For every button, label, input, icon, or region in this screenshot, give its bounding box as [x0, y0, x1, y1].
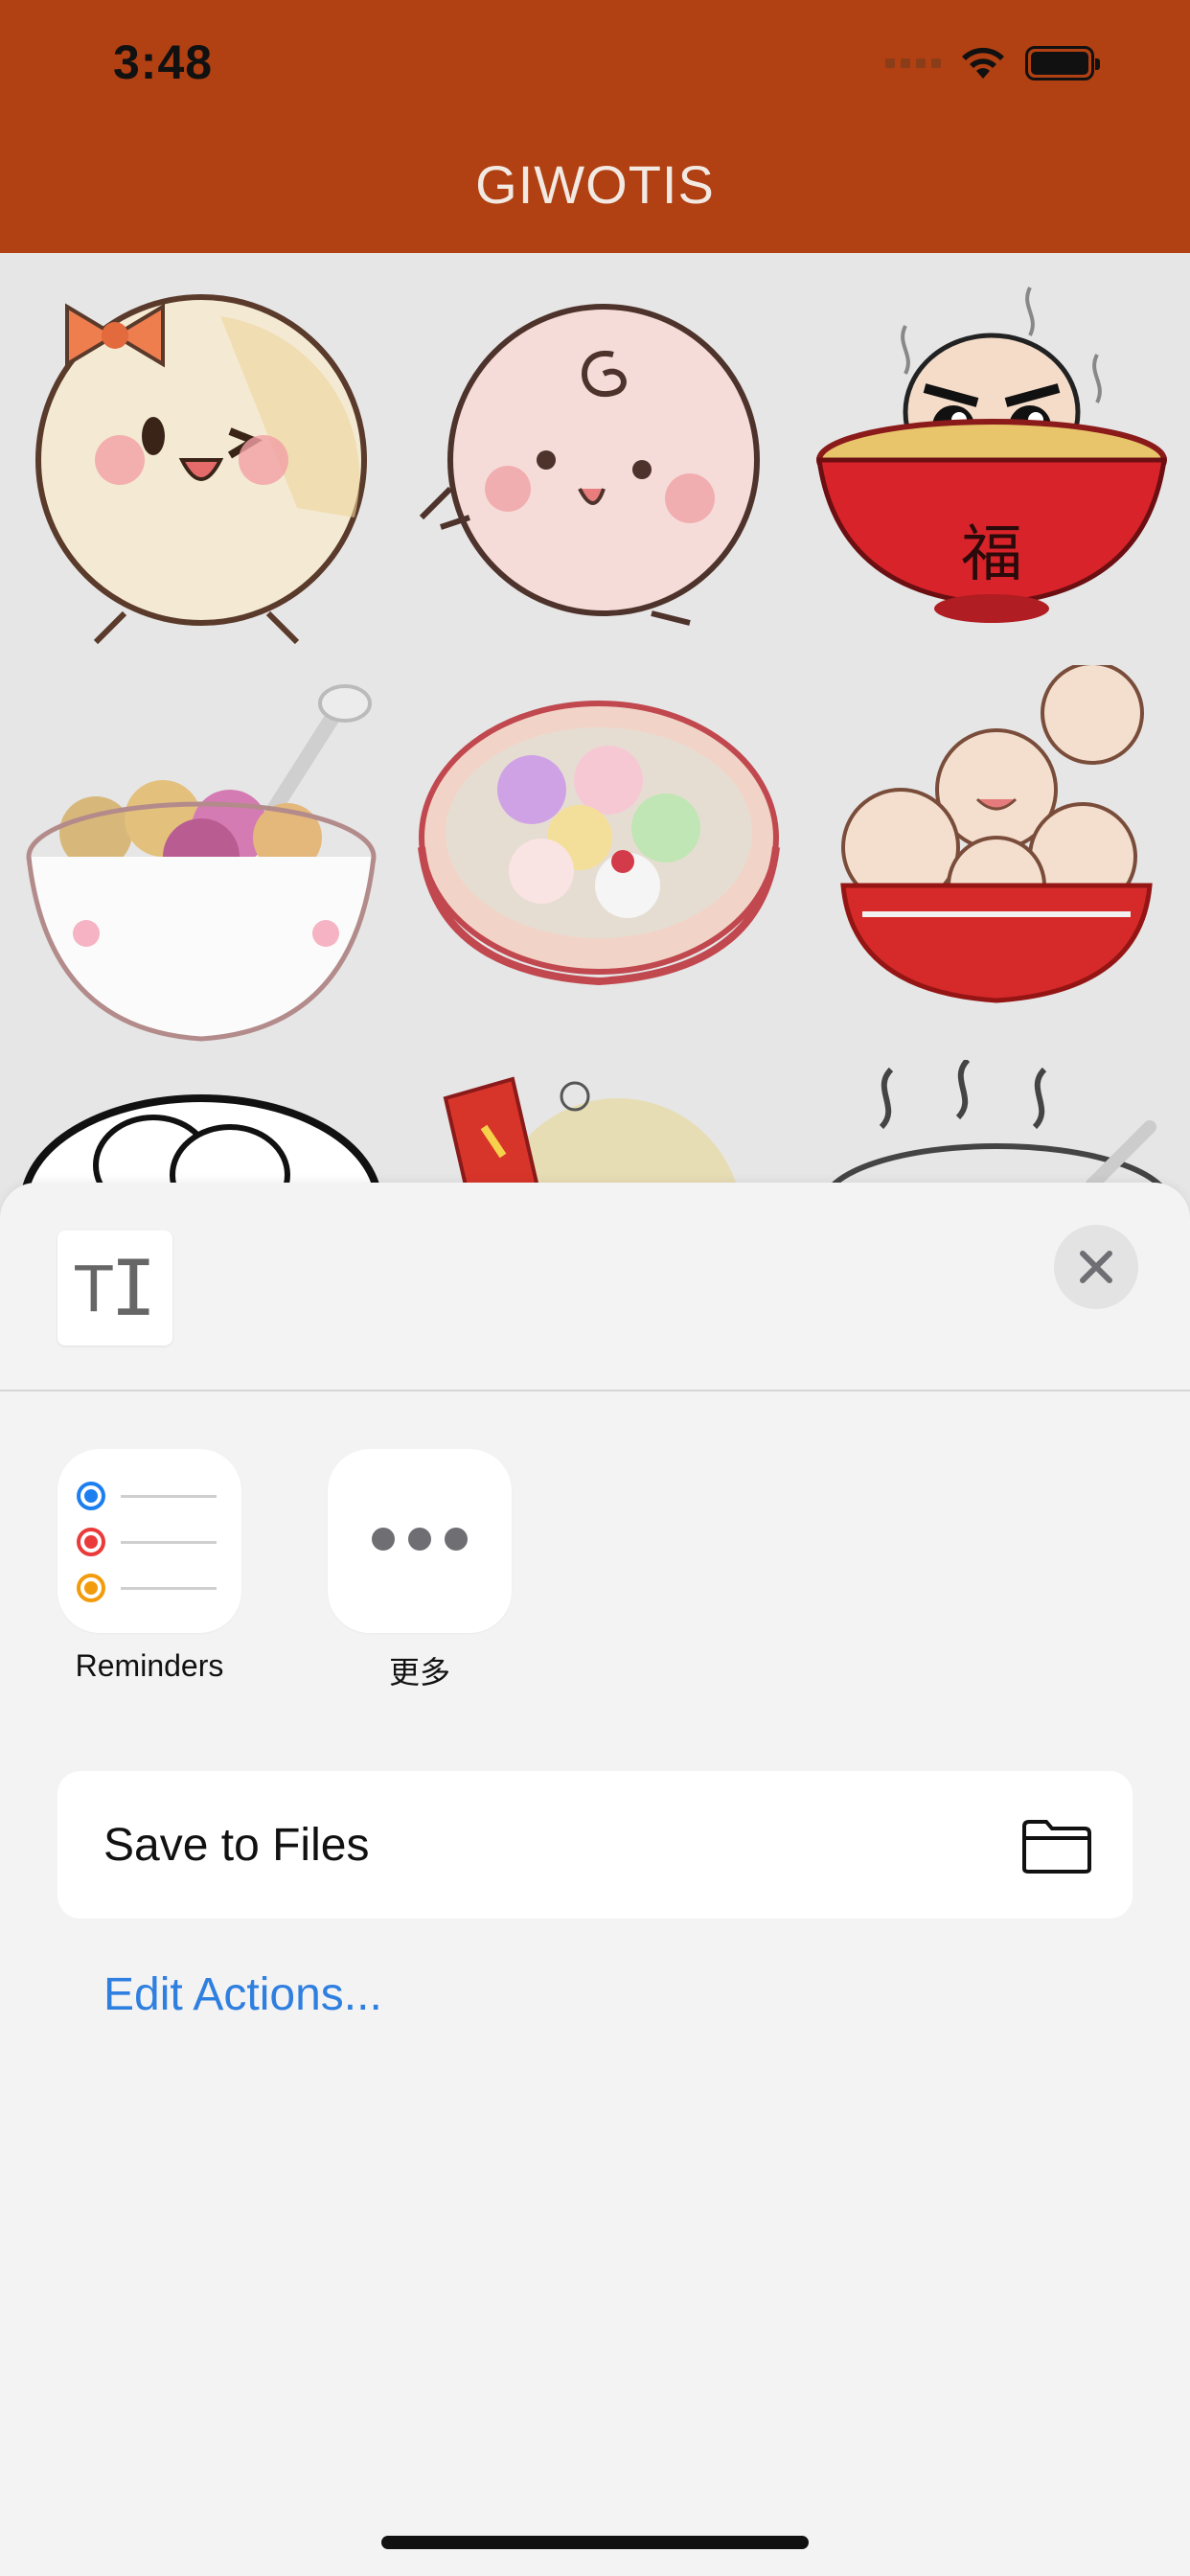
- reminders-app-icon: .d1::after{}: [57, 1449, 241, 1633]
- status-icons: [885, 44, 1100, 82]
- tangyuan-in-red-fu-bowl-sticker[interactable]: 福: [800, 268, 1183, 661]
- close-button[interactable]: [1054, 1225, 1138, 1309]
- page-title: GIWOTIS: [475, 154, 715, 215]
- navigation-header: 3:48 GIWOTIS: [0, 0, 1190, 253]
- action-label: Save to Files: [103, 1820, 370, 1871]
- home-indicator[interactable]: [381, 2536, 809, 2549]
- status-time: 3:48: [113, 35, 214, 89]
- share-app-label: Reminders: [75, 1648, 224, 1683]
- share-app-label: 更多: [388, 1655, 450, 1690]
- divider: [0, 1390, 1190, 1392]
- wifi-icon: [962, 47, 1004, 79]
- cream-tangyuan-with-bow-sticker[interactable]: [10, 268, 393, 661]
- share-sheet: TI .d1::after{}: [0, 1183, 1190, 2576]
- text-document-icon: TI: [57, 1230, 172, 1346]
- share-sheet-header: TI: [0, 1183, 1190, 1390]
- screen: 3:48 GIWOTIS 福 T I Reminders 更多 Save to …: [0, 0, 1190, 2576]
- svg-text:福: 福: [961, 519, 1022, 590]
- battery-icon: [1025, 46, 1100, 80]
- sticker-grid: 福: [0, 253, 1190, 1347]
- folder-icon: [1022, 1820, 1091, 1874]
- smiling-tangyuan-in-red-bowl-sticker[interactable]: [805, 661, 1188, 1058]
- edit-actions-link[interactable]: Edit Actions...: [103, 1968, 382, 2021]
- close-icon: [1080, 1251, 1112, 1283]
- more-apps-icon: [328, 1449, 512, 1633]
- colorful-tangyuan-soup-bowl-sticker[interactable]: [407, 665, 790, 1058]
- cellular-signal-icon: [885, 58, 941, 68]
- pink-tangyuan-running-sticker[interactable]: [402, 268, 786, 661]
- share-apps-row: .d1::after{} Reminders: [0, 1449, 1190, 1736]
- save-to-files-action[interactable]: Save to Files: [57, 1771, 1133, 1919]
- tangyuan-bowl-with-spoon-sticker[interactable]: [10, 665, 393, 1058]
- share-app-more[interactable]: 更多: [324, 1449, 515, 1692]
- share-app-reminders[interactable]: .d1::after{} Reminders: [54, 1449, 245, 1684]
